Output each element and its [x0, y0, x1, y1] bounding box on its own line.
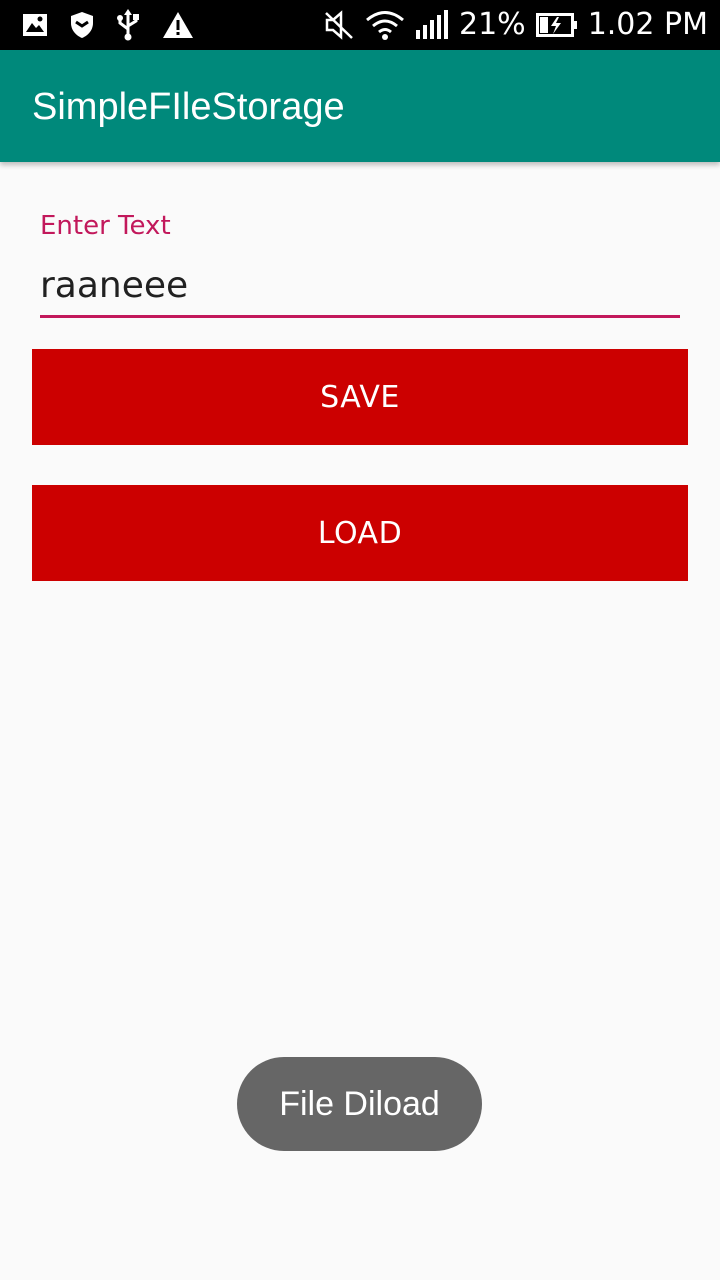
text-input[interactable]: [40, 262, 680, 318]
signal-icon: [415, 10, 449, 40]
status-bar: 21% 1.02 PM: [0, 0, 720, 50]
system-status: 21% 1.02 PM: [323, 6, 708, 44]
usb-icon: [116, 9, 140, 41]
battery-charging-icon: [535, 13, 578, 37]
toast-message: File Diload: [237, 1057, 482, 1151]
wifi-icon: [365, 9, 405, 41]
clock: 1.02 PM: [587, 7, 708, 42]
warning-icon: [162, 11, 194, 39]
gallery-icon: [22, 12, 48, 38]
notification-icons: [22, 8, 194, 42]
app-title: SimpleFIleStorage: [32, 86, 345, 128]
app-bar: SimpleFIleStorage: [0, 50, 720, 162]
battery-percent: 21%: [459, 7, 526, 42]
enter-text-label: Enter Text: [40, 211, 171, 241]
load-button[interactable]: LOAD: [32, 485, 688, 581]
save-button[interactable]: SAVE: [32, 349, 688, 445]
mute-icon: [323, 10, 355, 40]
shield-icon: [70, 11, 94, 39]
